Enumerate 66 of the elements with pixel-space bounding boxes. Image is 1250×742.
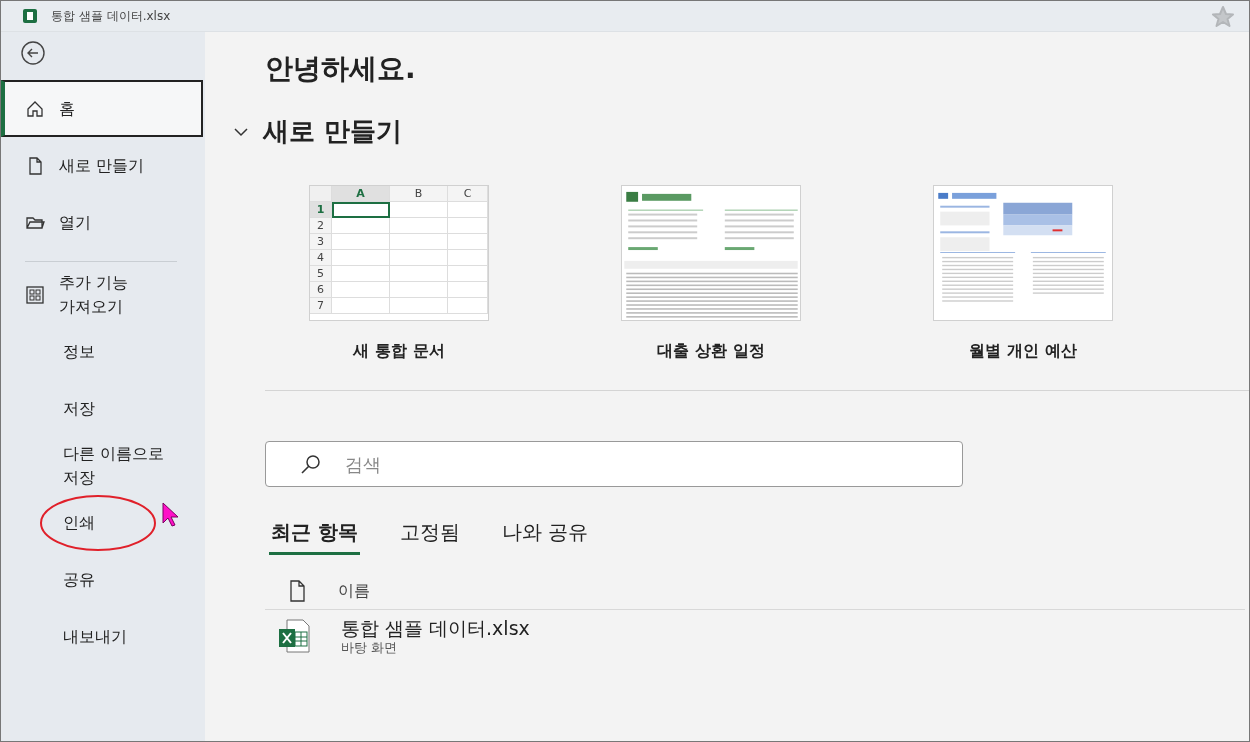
spreadsheet-cell [390,266,448,282]
spreadsheet-cell [332,234,390,250]
spreadsheet-cell [332,282,390,298]
sidebar-item[interactable]: 인쇄 [1,494,203,551]
column-header: 이름 [338,580,370,602]
spreadsheet-cell [390,298,448,314]
sidebar-item[interactable]: 공유 [1,551,203,608]
spreadsheet-icon [21,8,39,24]
section-header[interactable]: 새로 만들기 [233,114,403,149]
cursor-icon [161,500,180,528]
file-row[interactable]: 통합 샘플 데이터.xlsx 바탕 화면 [265,609,1245,656]
template-card[interactable]: A B C 1 2 3 4 5 6 7 새 통합 문서 [309,185,489,362]
spreadsheet-cell [332,298,390,314]
spreadsheet-cell [390,282,448,298]
search-field[interactable]: 검색 [265,441,963,487]
spreadsheet-cell [390,218,448,234]
sidebar-item[interactable]: 내보내기 [1,608,203,665]
spreadsheet-cell [448,234,488,250]
column-header: B [390,186,448,202]
sidebar-item[interactable]: 추가 기능 가져오기 [1,266,203,323]
column-header: C [448,186,488,202]
spreadsheet-cell [390,202,448,218]
spreadsheet-cell [332,266,390,282]
spreadsheet-file-icon [277,618,311,654]
spreadsheet-cell [448,250,488,266]
spreadsheet-cell [448,218,488,234]
greeting-heading: 안녕하세요. [265,51,417,87]
sidebar-item[interactable]: 새로 만들기 [1,137,203,194]
spreadsheet-cell [390,234,448,250]
file-location: 바탕 화면 [341,640,399,656]
spreadsheet-cell [332,218,390,234]
row-header: 3 [310,234,332,250]
row-header: 6 [310,282,332,298]
row-header: 2 [310,218,332,234]
spreadsheet-cell [448,202,488,218]
template-card[interactable]: 월별 개인 예산 [933,185,1113,362]
search-input[interactable]: 검색 [343,452,962,476]
spreadsheet-cell [448,298,488,314]
sidebar-item[interactable]: 홈 [1,80,203,137]
spreadsheet-cell [332,250,390,266]
window-title: 통합 샘플 데이터.xlsx [51,7,171,25]
spreadsheet-cell [448,282,488,298]
row-header: 7 [310,298,332,314]
spreadsheet-cell [390,250,448,266]
tab[interactable]: 최근 항목 [269,519,360,555]
row-header: 4 [310,250,332,266]
sidebar-item[interactable]: 저장 [1,380,203,437]
tab[interactable]: 나와 공유 [499,519,591,555]
document-icon [289,580,306,602]
spreadsheet-cell [332,202,390,218]
sidebar-item[interactable]: 다른 이름으로 저장 [1,437,203,494]
template-label: 대출 상환 일정 [657,341,765,362]
row-header: 5 [310,266,332,282]
star-icon [1211,5,1235,27]
grid-icon [25,284,45,305]
sidebar-item[interactable]: 정보 [1,323,203,380]
spreadsheet-cell [448,266,488,282]
row-header: 1 [310,202,332,218]
sidebar-item[interactable]: 열기 [1,194,203,251]
corner-cell [310,186,332,202]
template-label: 새 통합 문서 [353,341,445,362]
column-header: A [332,186,390,202]
template-label: 월별 개인 예산 [969,341,1077,362]
template-card[interactable]: 대출 상환 일정 [621,185,801,362]
search-icon [300,453,321,475]
tab[interactable]: 고정됨 [397,519,462,555]
